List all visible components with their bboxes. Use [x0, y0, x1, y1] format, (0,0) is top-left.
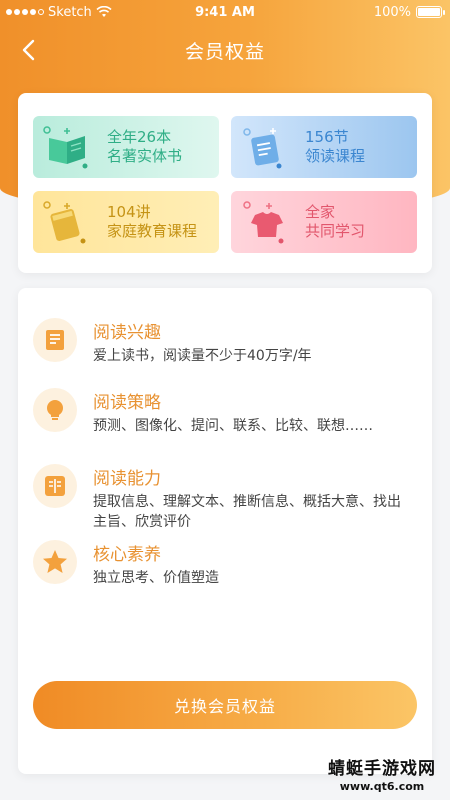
benefit-title: 阅读策略 [93, 393, 161, 413]
watermark-url: www.qt6.com [339, 780, 425, 793]
open-book-icon [45, 476, 65, 496]
benefit-icon-circle [33, 540, 77, 584]
benefit-icon-circle [33, 318, 77, 362]
tile-line2: 共同学习 [305, 222, 366, 240]
benefit-icon-circle [33, 388, 77, 432]
nav-bar: 会员权益 [0, 30, 450, 70]
tile-line2: 领读课程 [305, 147, 366, 165]
star-icon [43, 550, 67, 573]
benefit-description: 提取信息、理解文本、推断信息、概括大意、找出主旨、欣赏评价 [93, 494, 401, 530]
benefits-card: 阅读兴趣 爱上读书，阅读量不少于40万字/年 阅读策略 预测、图像化、提问、联系… [18, 288, 432, 774]
battery-status: 100% [373, 4, 445, 20]
status-bar: Sketch 9:41 AM 100% [0, 0, 450, 24]
battery-percent: 100% [373, 4, 411, 20]
benefit-description: 独立思考、价值塑造 [93, 570, 219, 586]
book-icon [43, 126, 88, 169]
benefit-description: 预测、图像化、提问、联系、比较、联想…… [93, 418, 373, 434]
benefit-title: 核心素养 [93, 545, 161, 565]
benefit-description: 爱上读书，阅读量不少于40万字/年 [93, 348, 312, 364]
benefit-title: 阅读能力 [93, 469, 161, 489]
back-button[interactable] [14, 36, 42, 64]
tile-family-learning[interactable]: 全家 共同学习 [231, 191, 417, 253]
shirt-icon [243, 201, 284, 244]
tile-family-education[interactable]: 104讲 家庭教育课程 [33, 191, 219, 253]
tile-line1: 全家 [305, 203, 336, 221]
chevron-left-icon [22, 39, 35, 61]
tile-classic-books[interactable]: 全年26本 名著实体书 [33, 116, 219, 178]
tile-line1: 全年26本 [107, 128, 172, 146]
tile-line2: 家庭教育课程 [107, 222, 198, 240]
benefit-title: 阅读兴趣 [93, 323, 161, 343]
tile-line1: 104讲 [107, 203, 151, 221]
bookmark-icon [46, 330, 64, 350]
battery-icon [416, 6, 445, 18]
lightbulb-icon [47, 400, 63, 420]
watermark-title: 蜻蜓手游戏网 [328, 759, 436, 779]
tile-line2: 名著实体书 [107, 147, 183, 165]
tile-reading-courses[interactable]: 156节 领读课程 [231, 116, 417, 178]
tile-line1: 156节 [305, 128, 349, 146]
benefit-icon-circle [33, 464, 77, 508]
site-watermark: 蜻蜓手游戏网 www.qt6.com [328, 760, 436, 796]
redeem-membership-button[interactable]: 兑换会员权益 [33, 681, 417, 729]
page-title: 会员权益 [184, 40, 265, 63]
textbook-icon [43, 201, 86, 244]
document-icon [243, 128, 282, 169]
highlights-card: 全年26本 名著实体书 156节 领读课程 104讲 家庭教育课程 全家 共同学… [18, 93, 432, 273]
